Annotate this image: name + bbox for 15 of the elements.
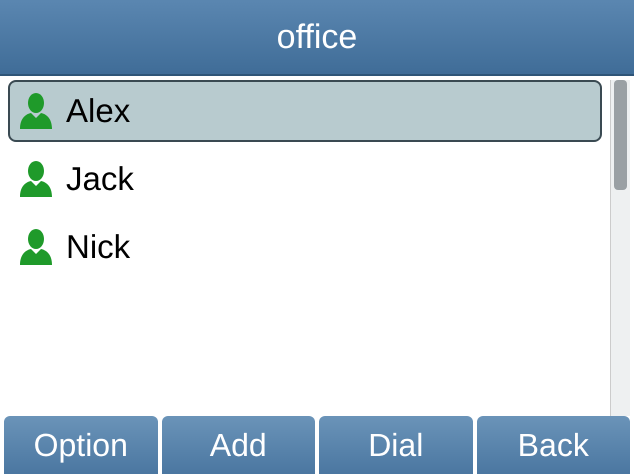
contact-name: Nick (66, 227, 130, 268)
softkey-button[interactable]: Option (4, 416, 158, 474)
softkey-button[interactable]: Back (476, 416, 630, 474)
window-title: office (276, 16, 358, 58)
person-icon (18, 160, 54, 198)
contact-item[interactable]: Jack (8, 148, 602, 210)
contact-item[interactable]: Alex (8, 80, 602, 142)
softkey-button[interactable]: Add (162, 416, 315, 474)
person-icon (18, 92, 54, 130)
person-icon (18, 228, 54, 266)
softkey-button[interactable]: Dial (319, 416, 472, 474)
scrollbar[interactable] (610, 80, 630, 416)
contact-name: Jack (66, 159, 134, 200)
contact-item[interactable]: Nick (8, 216, 602, 278)
contact-name: Alex (66, 91, 130, 132)
